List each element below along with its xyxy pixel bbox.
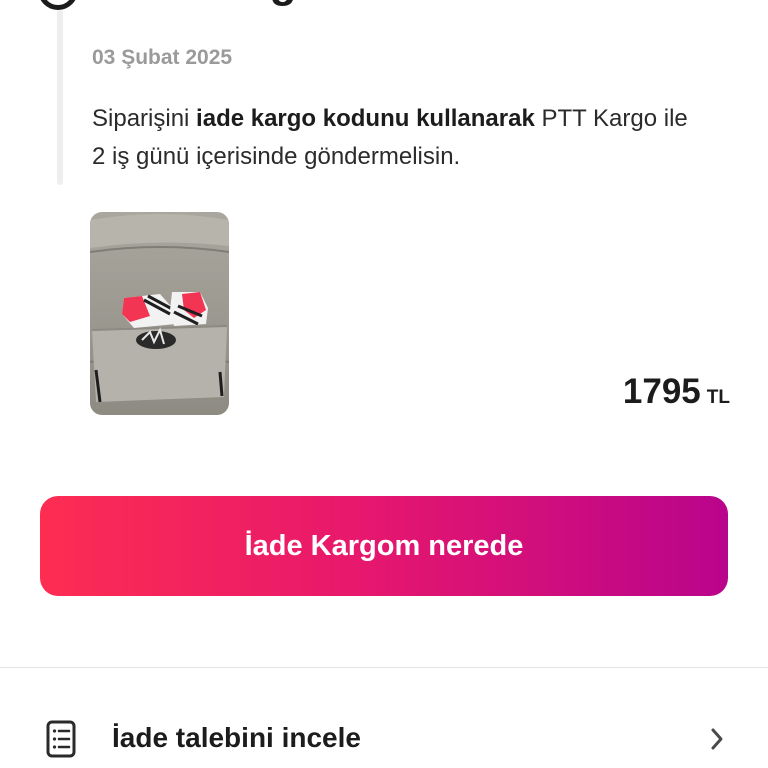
review-return-request-label: İade talebini incele xyxy=(112,722,361,753)
section-divider xyxy=(0,667,768,668)
product-image-sneakers xyxy=(90,212,229,415)
status-description-emphasis: iade kargo kodunu kullanarak xyxy=(196,105,535,132)
price-value: 1795 xyxy=(622,372,701,411)
product-price: 1795 TL xyxy=(623,372,730,412)
return-status-page: İade Kargo Gönderildi 03 Şubat 2025 Sipa… xyxy=(0,0,768,768)
price-currency: TL xyxy=(706,387,730,408)
where-is-my-return-button[interactable]: İade Kargom nerede xyxy=(40,496,728,596)
timeline-line xyxy=(57,10,63,185)
document-list-icon xyxy=(46,720,76,758)
status-circle-icon xyxy=(38,0,78,10)
status-date: 03 Şubat 2025 xyxy=(92,46,233,69)
review-return-request-row[interactable]: İade talebini incele xyxy=(0,690,768,768)
status-description-part1: Siparişini xyxy=(92,105,197,132)
product-image[interactable] xyxy=(90,212,229,415)
chevron-right-icon xyxy=(711,728,723,750)
status-title: İade Kargo Gönderildi xyxy=(92,0,562,8)
status-description: Siparişini iade kargo kodunu kullanarak … xyxy=(92,100,692,176)
